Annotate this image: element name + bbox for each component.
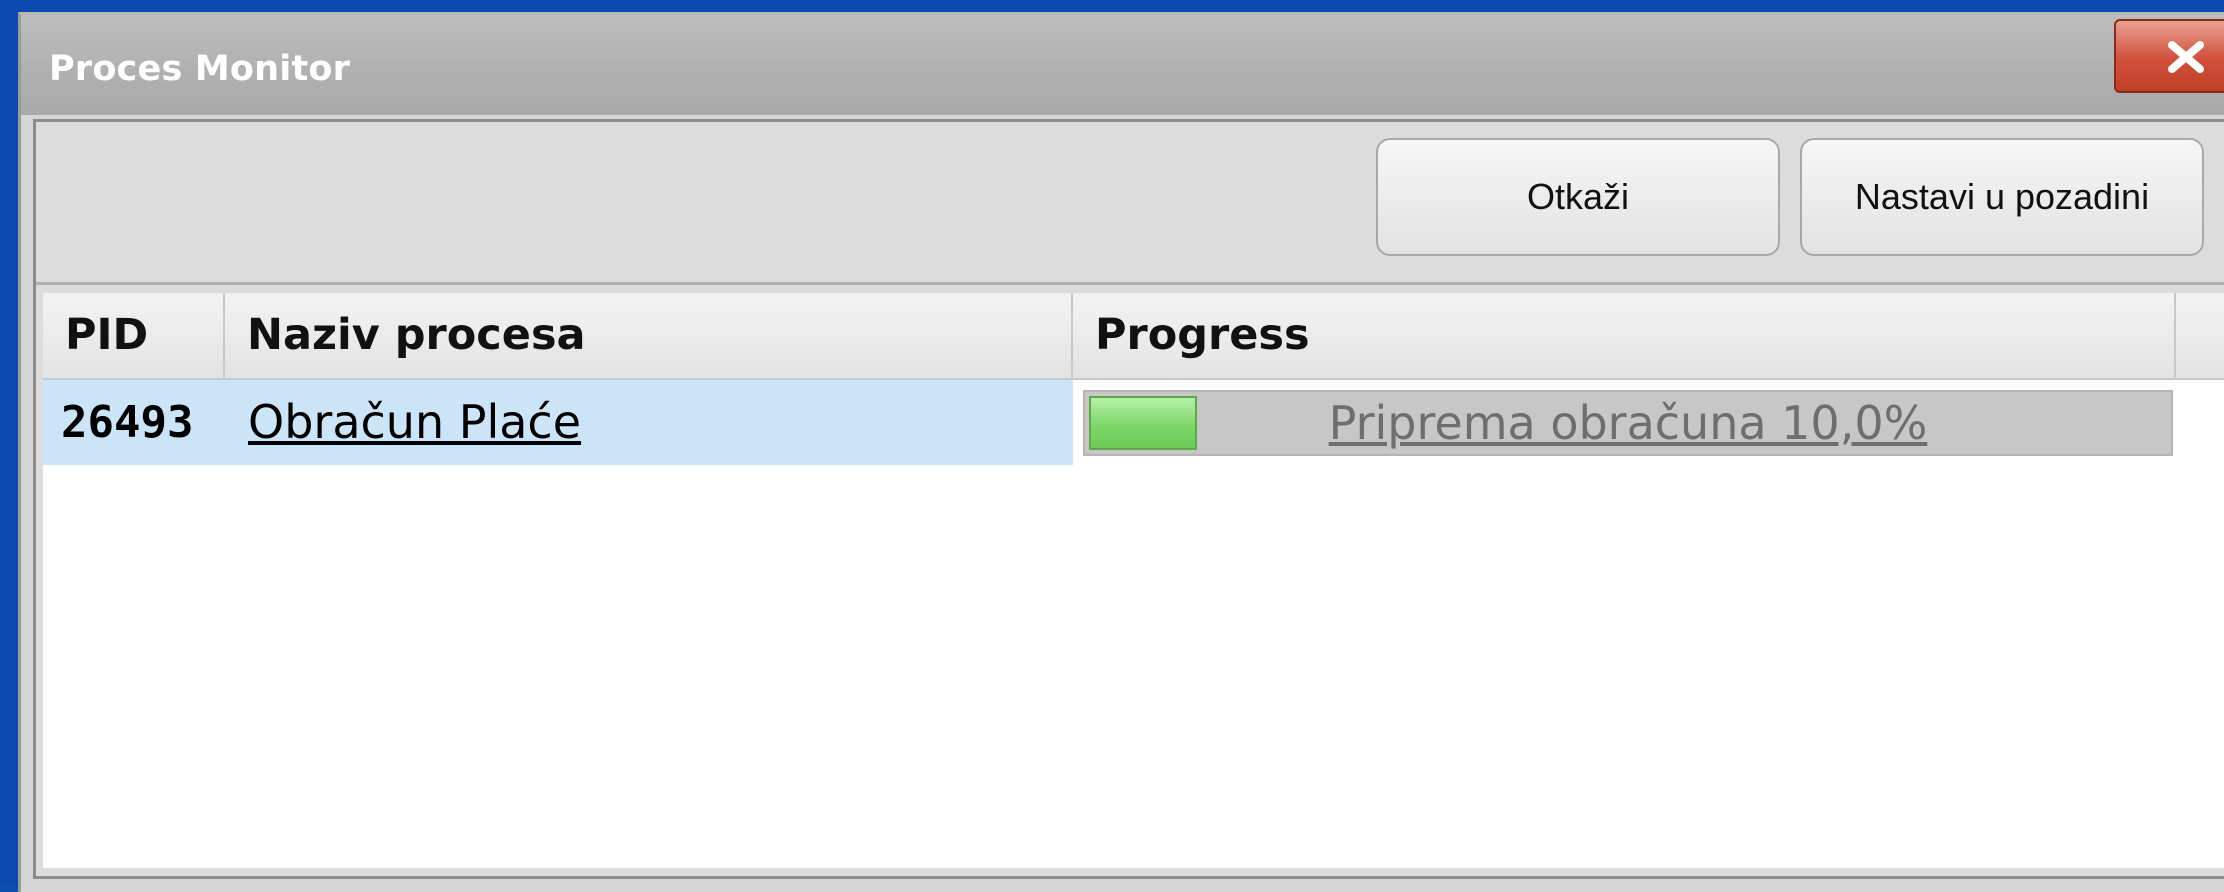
toolbar: Otkaži Nastavi u pozadini (36, 122, 2224, 285)
progress-text: Priprema obračuna 10,0% (1328, 396, 1928, 450)
process-name-link[interactable]: Obračun Plaće (248, 380, 581, 465)
close-icon (2168, 41, 2204, 73)
table-header: PID Naziv procesa Progress (43, 293, 2224, 380)
close-button[interactable] (2114, 19, 2224, 93)
title-bar[interactable]: Proces Monitor (21, 15, 2224, 115)
column-header-process-name[interactable]: Naziv procesa (225, 293, 1073, 378)
process-table: PID Naziv procesa Progress 26493 Obračun… (43, 293, 2224, 868)
cell-pid: 26493 (61, 397, 194, 448)
client-area: Otkaži Nastavi u pozadini PID Naziv proc… (33, 119, 2224, 879)
window-title: Proces Monitor (49, 49, 351, 89)
table-row[interactable]: 26493 Obračun Plaće Priprema obračuna 10… (43, 380, 2224, 465)
proces-monitor-window: Proces Monitor Otkaži Nastavi u pozadini… (18, 12, 2224, 892)
column-header-pid[interactable]: PID (43, 293, 225, 378)
cancel-button[interactable]: Otkaži (1376, 138, 1780, 256)
continue-in-background-button[interactable]: Nastavi u pozadini (1800, 138, 2204, 256)
column-header-progress[interactable]: Progress (1073, 293, 2176, 378)
progress-bar: Priprema obračuna 10,0% (1083, 390, 2173, 456)
column-header-filler (2176, 293, 2224, 378)
